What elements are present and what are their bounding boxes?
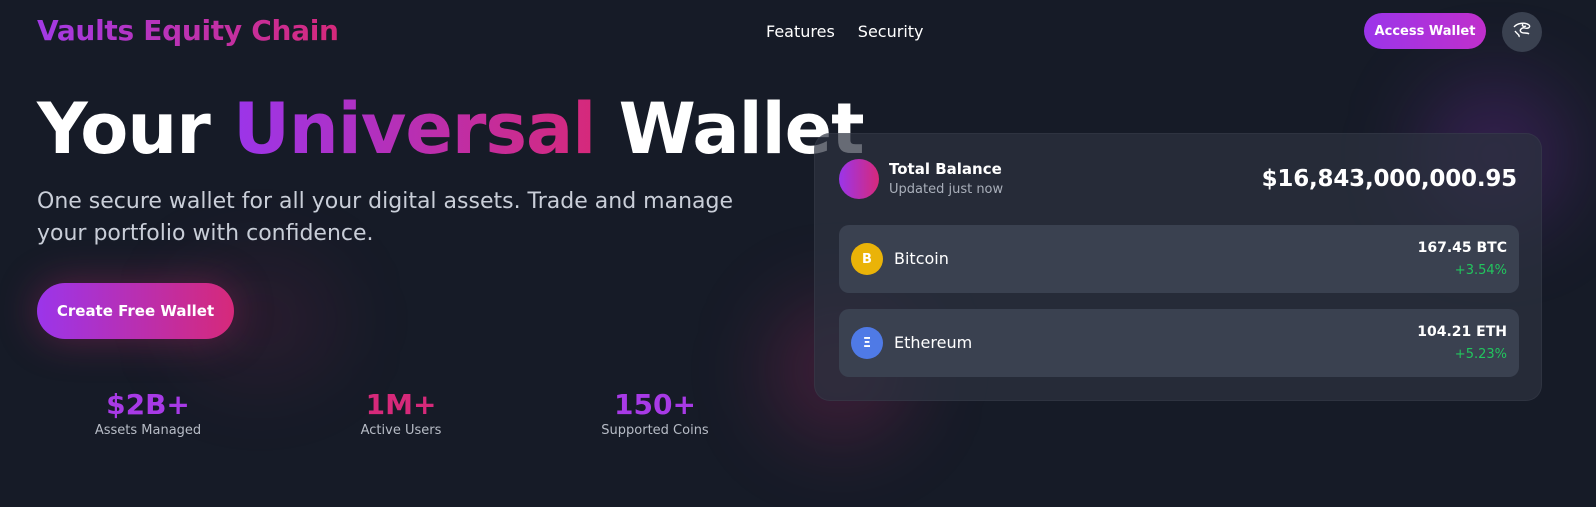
hero-title-part1: Your [37,88,211,170]
stat-value: 1M+ [365,388,437,421]
asset-row-bitcoin[interactable]: B Bitcoin 167.45 BTC +3.54% [839,225,1519,293]
globe-icon [1511,19,1533,45]
language-toggle-button[interactable] [1502,12,1542,52]
stat-value: 150+ [614,388,696,421]
balance-updated-text: Updated just now [889,182,1004,197]
bitcoin-icon: B [851,243,883,275]
asset-amount: 104.21 ETH [1417,324,1507,340]
balance-amount: $16,843,000,000.95 [1261,166,1518,192]
nav-link-features[interactable]: Features [766,22,835,41]
balance-avatar [839,159,879,199]
stat-assets-managed: $2B+ Assets Managed [48,388,248,438]
access-wallet-button[interactable]: Access Wallet [1364,13,1486,49]
stat-label: Assets Managed [94,423,202,438]
stat-label: Active Users [360,423,442,438]
ethereum-icon: Ξ [851,327,883,359]
balance-title: Total Balance [889,160,1002,178]
asset-change: +5.23% [1454,347,1507,362]
asset-name: Ethereum [894,333,973,352]
asset-amount: 167.45 BTC [1417,240,1507,256]
stat-label: Supported Coins [601,423,709,438]
stat-supported-coins: 150+ Supported Coins [555,388,755,438]
asset-name: Bitcoin [894,249,949,268]
hero-title-accent: Universal [233,88,596,170]
hero-title: Your Universal Wallet [37,88,865,170]
brand-logo[interactable]: Vaults Equity Chain [37,14,339,47]
top-navigation: Vaults Equity Chain Features Security Ac… [0,0,1596,64]
nav-links: Features Security [766,22,924,41]
stat-value: $2B+ [106,388,190,421]
asset-row-ethereum[interactable]: Ξ Ethereum 104.21 ETH +5.23% [839,309,1519,377]
nav-link-security[interactable]: Security [858,22,924,41]
stat-active-users: 1M+ Active Users [301,388,501,438]
hero-subtitle: One secure wallet for all your digital a… [37,189,733,246]
create-wallet-button[interactable]: Create Free Wallet [37,283,234,339]
balance-card: Total Balance Updated just now $16,843,0… [814,133,1542,401]
asset-change: +3.54% [1454,263,1507,278]
